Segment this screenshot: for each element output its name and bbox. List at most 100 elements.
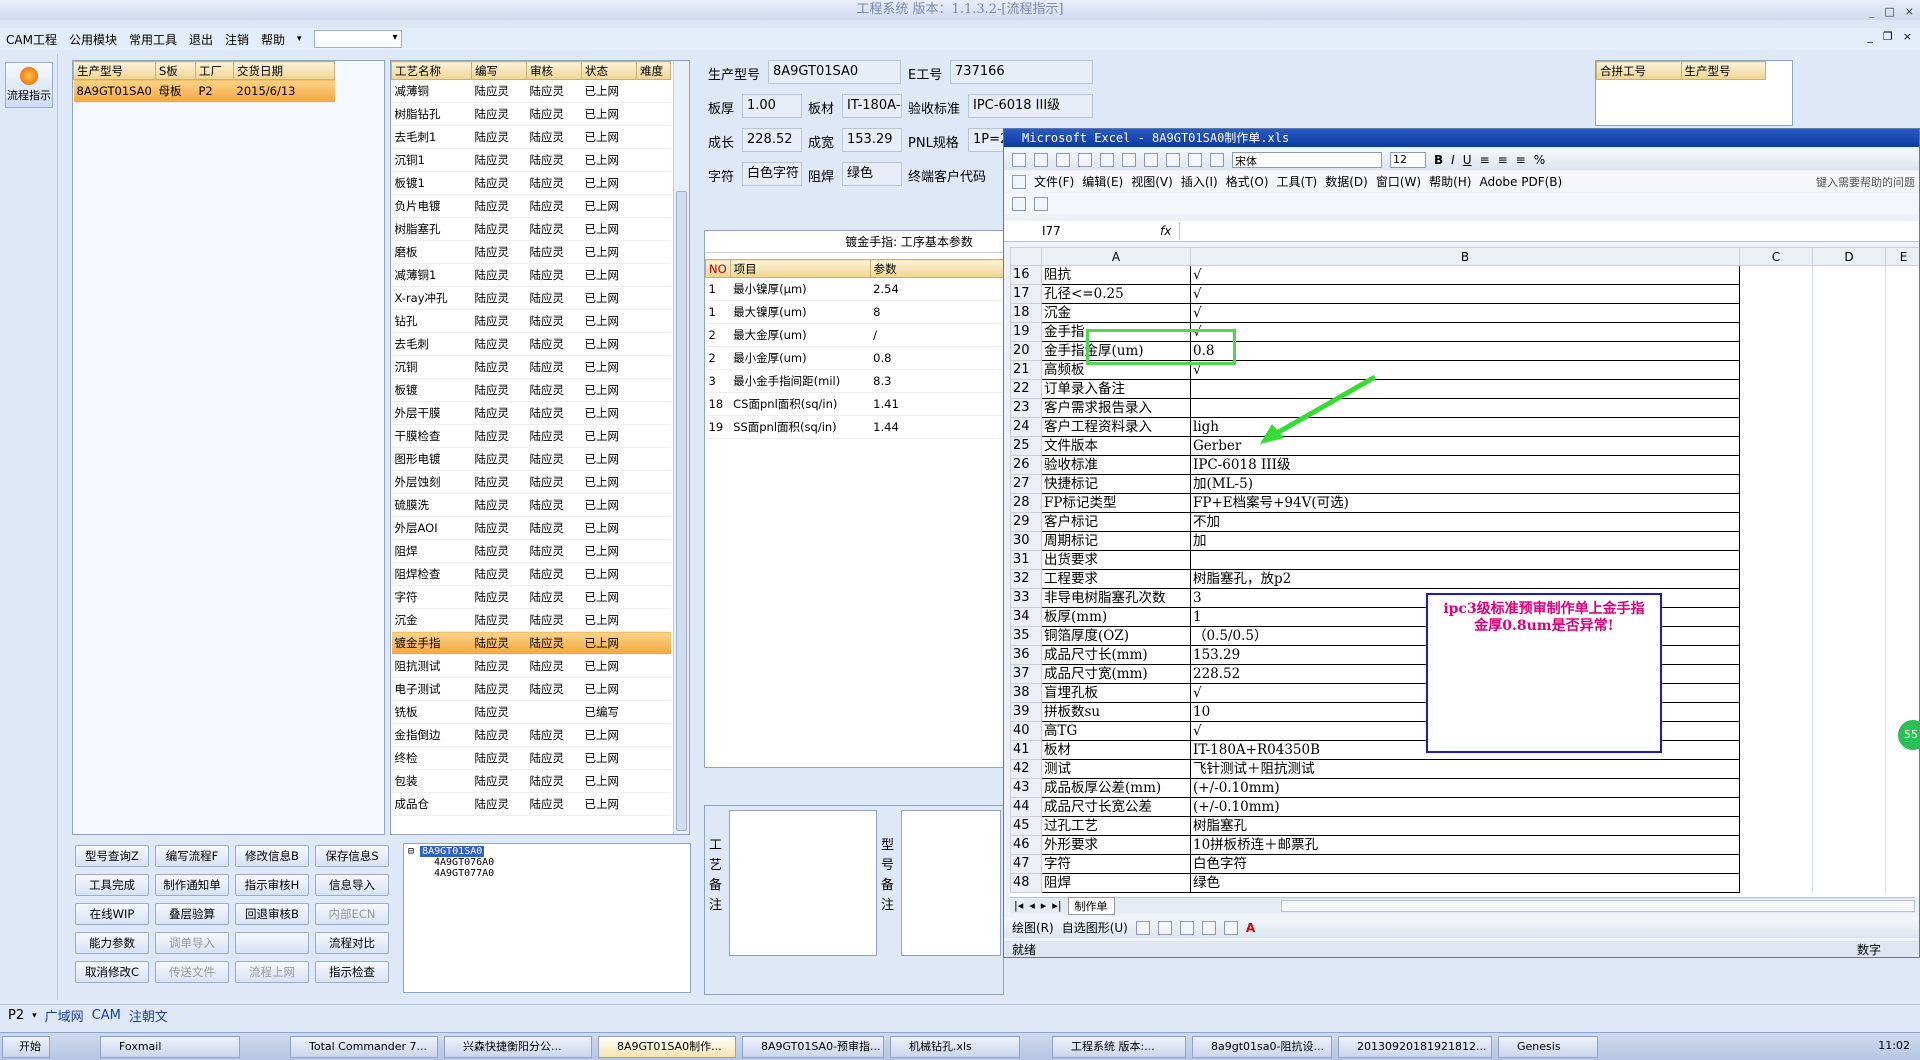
sheet-cell[interactable] bbox=[1190, 550, 1740, 570]
row-header[interactable]: 16 bbox=[1010, 265, 1042, 285]
mdi-close-button[interactable]: × bbox=[1903, 30, 1912, 43]
sheet-cell[interactable] bbox=[1739, 550, 1813, 570]
taskbar-item[interactable]: 8A9GT01SA0制作... bbox=[598, 1036, 736, 1058]
table-row[interactable]: 终检 陆应灵 陆应灵 已上网 bbox=[391, 746, 671, 770]
sheet-cell[interactable] bbox=[1812, 455, 1886, 475]
sheet-cell[interactable] bbox=[1739, 664, 1813, 684]
sheet-cell[interactable]: (+/-0.10mm) bbox=[1190, 778, 1740, 798]
sheet-cell[interactable] bbox=[1812, 816, 1886, 836]
table-row[interactable]: 阻抗测试 陆应灵 陆应灵 已上网 bbox=[391, 654, 671, 678]
col-merge-no[interactable]: 合拼工号 bbox=[1596, 61, 1682, 80]
corner-cell[interactable] bbox=[1010, 247, 1042, 266]
xl-menu-help[interactable]: 帮助(H) bbox=[1429, 173, 1471, 190]
help-search[interactable]: 键入需要帮助的问题 bbox=[1816, 174, 1915, 190]
sheet-cell[interactable] bbox=[1812, 645, 1886, 665]
action-button[interactable]: 编写流程F bbox=[155, 845, 229, 867]
table-row[interactable]: 46 外形要求 10拼板桥连＋邮票孔 bbox=[1010, 835, 1919, 855]
table-row[interactable]: 30 周期标记加 bbox=[1010, 531, 1919, 551]
sheet-cell[interactable] bbox=[1885, 626, 1919, 646]
menu-exit[interactable]: 退出 bbox=[189, 31, 213, 48]
sheet-cell[interactable] bbox=[1812, 569, 1886, 589]
menu-cam[interactable]: CAM工程 bbox=[6, 31, 57, 48]
sheet-cell[interactable] bbox=[1812, 474, 1886, 494]
table-row[interactable]: X-ray冲孔 陆应灵 陆应灵 已上网 bbox=[391, 286, 671, 310]
table-row[interactable]: 44 成品尺寸长宽公差 (+/-0.10mm) bbox=[1010, 797, 1919, 817]
action-button[interactable]: 流程对比 bbox=[315, 932, 389, 954]
table-row[interactable]: 板镀1 陆应灵 陆应灵 已上网 bbox=[391, 171, 671, 195]
table-row[interactable]: 树脂塞孔 陆应灵 陆应灵 已上网 bbox=[391, 217, 671, 241]
sheet-cell[interactable]: 10拼板桥连＋邮票孔 bbox=[1190, 835, 1740, 855]
sheet-cell[interactable] bbox=[1739, 607, 1813, 627]
sheet-cell[interactable] bbox=[1739, 759, 1813, 779]
table-row[interactable]: 镀金手指 陆应灵 陆应灵 已上网 bbox=[391, 631, 671, 655]
table-row[interactable]: 45 过孔工艺 树脂塞孔 bbox=[1010, 816, 1919, 836]
action-button[interactable]: 取消修改C bbox=[75, 961, 149, 983]
table-row[interactable]: 3 最小金手指间距(mil) 8.3 bbox=[705, 369, 1003, 393]
sheet-cell[interactable]: 客户工程资料录入 bbox=[1041, 417, 1191, 437]
process-remark-field[interactable] bbox=[729, 810, 877, 956]
xl-menu-tools[interactable]: 工具(T) bbox=[1277, 173, 1318, 190]
sheet-cell[interactable] bbox=[1885, 797, 1919, 817]
scrollbar-thumb[interactable] bbox=[676, 191, 687, 831]
row-header[interactable]: 22 bbox=[1010, 379, 1042, 399]
col-status[interactable]: 状态 bbox=[581, 61, 637, 80]
row-header[interactable]: 24 bbox=[1010, 417, 1042, 437]
action-button[interactable] bbox=[235, 932, 309, 954]
sheet-cell[interactable]: 孔径<=0.25 bbox=[1041, 284, 1191, 304]
row-header[interactable]: 42 bbox=[1010, 759, 1042, 779]
action-button[interactable]: 保存信息S bbox=[315, 845, 389, 867]
row-header[interactable]: 33 bbox=[1010, 588, 1042, 608]
sheet-cell[interactable]: 板厚(mm) bbox=[1041, 607, 1191, 627]
sheet-cell[interactable] bbox=[1739, 322, 1813, 342]
sheet-cell[interactable] bbox=[1885, 759, 1919, 779]
col-header-b[interactable]: B bbox=[1190, 247, 1740, 266]
row-header[interactable]: 27 bbox=[1010, 474, 1042, 494]
formula-input[interactable] bbox=[1179, 222, 1919, 240]
row-header[interactable]: 18 bbox=[1010, 303, 1042, 323]
floating-badge[interactable]: 55 bbox=[1898, 720, 1920, 750]
table-row[interactable]: 包装 陆应灵 陆应灵 已上网 bbox=[391, 769, 671, 793]
sheet-cell[interactable] bbox=[1812, 607, 1886, 627]
taskbar-item[interactable]: 机械钻孔.xls bbox=[890, 1036, 1020, 1058]
taskbar-item[interactable]: 兴森快捷衡阳分公... bbox=[444, 1036, 592, 1058]
sheet-cell[interactable]: 成品尺寸长(mm) bbox=[1041, 645, 1191, 665]
table-row[interactable]: 沉铜 陆应灵 陆应灵 已上网 bbox=[391, 355, 671, 379]
xl-menu-format[interactable]: 格式(O) bbox=[1226, 173, 1269, 190]
sheet-cell[interactable]: FP标记类型 bbox=[1041, 493, 1191, 513]
sheet-cell[interactable]: 成品板厚公差(mm) bbox=[1041, 778, 1191, 798]
row-header[interactable]: 48 bbox=[1010, 873, 1042, 893]
table-row[interactable]: 28 FP标记类型 FP+E档案号+94V(可选) bbox=[1010, 493, 1919, 513]
action-button[interactable]: 指示审核H bbox=[235, 874, 309, 896]
e-no-field[interactable]: 737166 bbox=[950, 60, 1093, 84]
table-row[interactable]: 43 成品板厚公差(mm) (+/-0.10mm) bbox=[1010, 778, 1919, 798]
table-row[interactable]: 外层干膜 陆应灵 陆应灵 已上网 bbox=[391, 401, 671, 425]
table-row[interactable]: 金指倒边 陆应灵 陆应灵 已上网 bbox=[391, 723, 671, 747]
save-icon[interactable] bbox=[1056, 152, 1070, 167]
table-row[interactable]: 去毛刺 陆应灵 陆应灵 已上网 bbox=[391, 332, 671, 356]
sheet-cell[interactable]: 验收标准 bbox=[1041, 455, 1191, 475]
collapse-icon[interactable]: ⊟ bbox=[408, 846, 414, 857]
tab-nav-last-icon[interactable]: ▸| bbox=[1052, 899, 1061, 912]
xl-menu-edit[interactable]: 编辑(E) bbox=[1082, 173, 1123, 190]
char-field[interactable]: 白色字符 bbox=[742, 162, 802, 186]
sheet-cell[interactable]: 文件版本 bbox=[1041, 436, 1191, 456]
taskbar-item[interactable]: 8a9gt01sa0-阻抗设... bbox=[1192, 1036, 1332, 1058]
tab-nav-first-icon[interactable]: |◂ bbox=[1014, 899, 1023, 912]
action-button[interactable]: 回退审核B bbox=[235, 903, 309, 925]
sheet-cell[interactable] bbox=[1885, 873, 1919, 893]
col-param[interactable]: 参数 bbox=[869, 259, 1003, 278]
table-row[interactable]: 阻焊检查 陆应灵 陆应灵 已上网 bbox=[391, 562, 671, 586]
col-header-d[interactable]: D bbox=[1812, 247, 1886, 266]
sheet-cell[interactable] bbox=[1739, 265, 1813, 285]
tab-wan[interactable]: 广域网 bbox=[45, 1006, 84, 1025]
sheet-cell[interactable]: 客户需求报告录入 bbox=[1041, 398, 1191, 418]
sheet-cell[interactable] bbox=[1739, 417, 1813, 437]
table-row[interactable]: 硫膜洗 陆应灵 陆应灵 已上网 bbox=[391, 493, 671, 517]
sheet-cell[interactable]: 白色字符 bbox=[1190, 854, 1740, 874]
sheet-cell[interactable] bbox=[1739, 455, 1813, 475]
sheet-cell[interactable]: 过孔工艺 bbox=[1041, 816, 1191, 836]
sheet-cell[interactable] bbox=[1812, 398, 1886, 418]
table-row[interactable]: 成品仓 陆应灵 陆应灵 已上网 bbox=[391, 792, 671, 816]
row-header[interactable]: 17 bbox=[1010, 284, 1042, 304]
row-header[interactable]: 38 bbox=[1010, 683, 1042, 703]
